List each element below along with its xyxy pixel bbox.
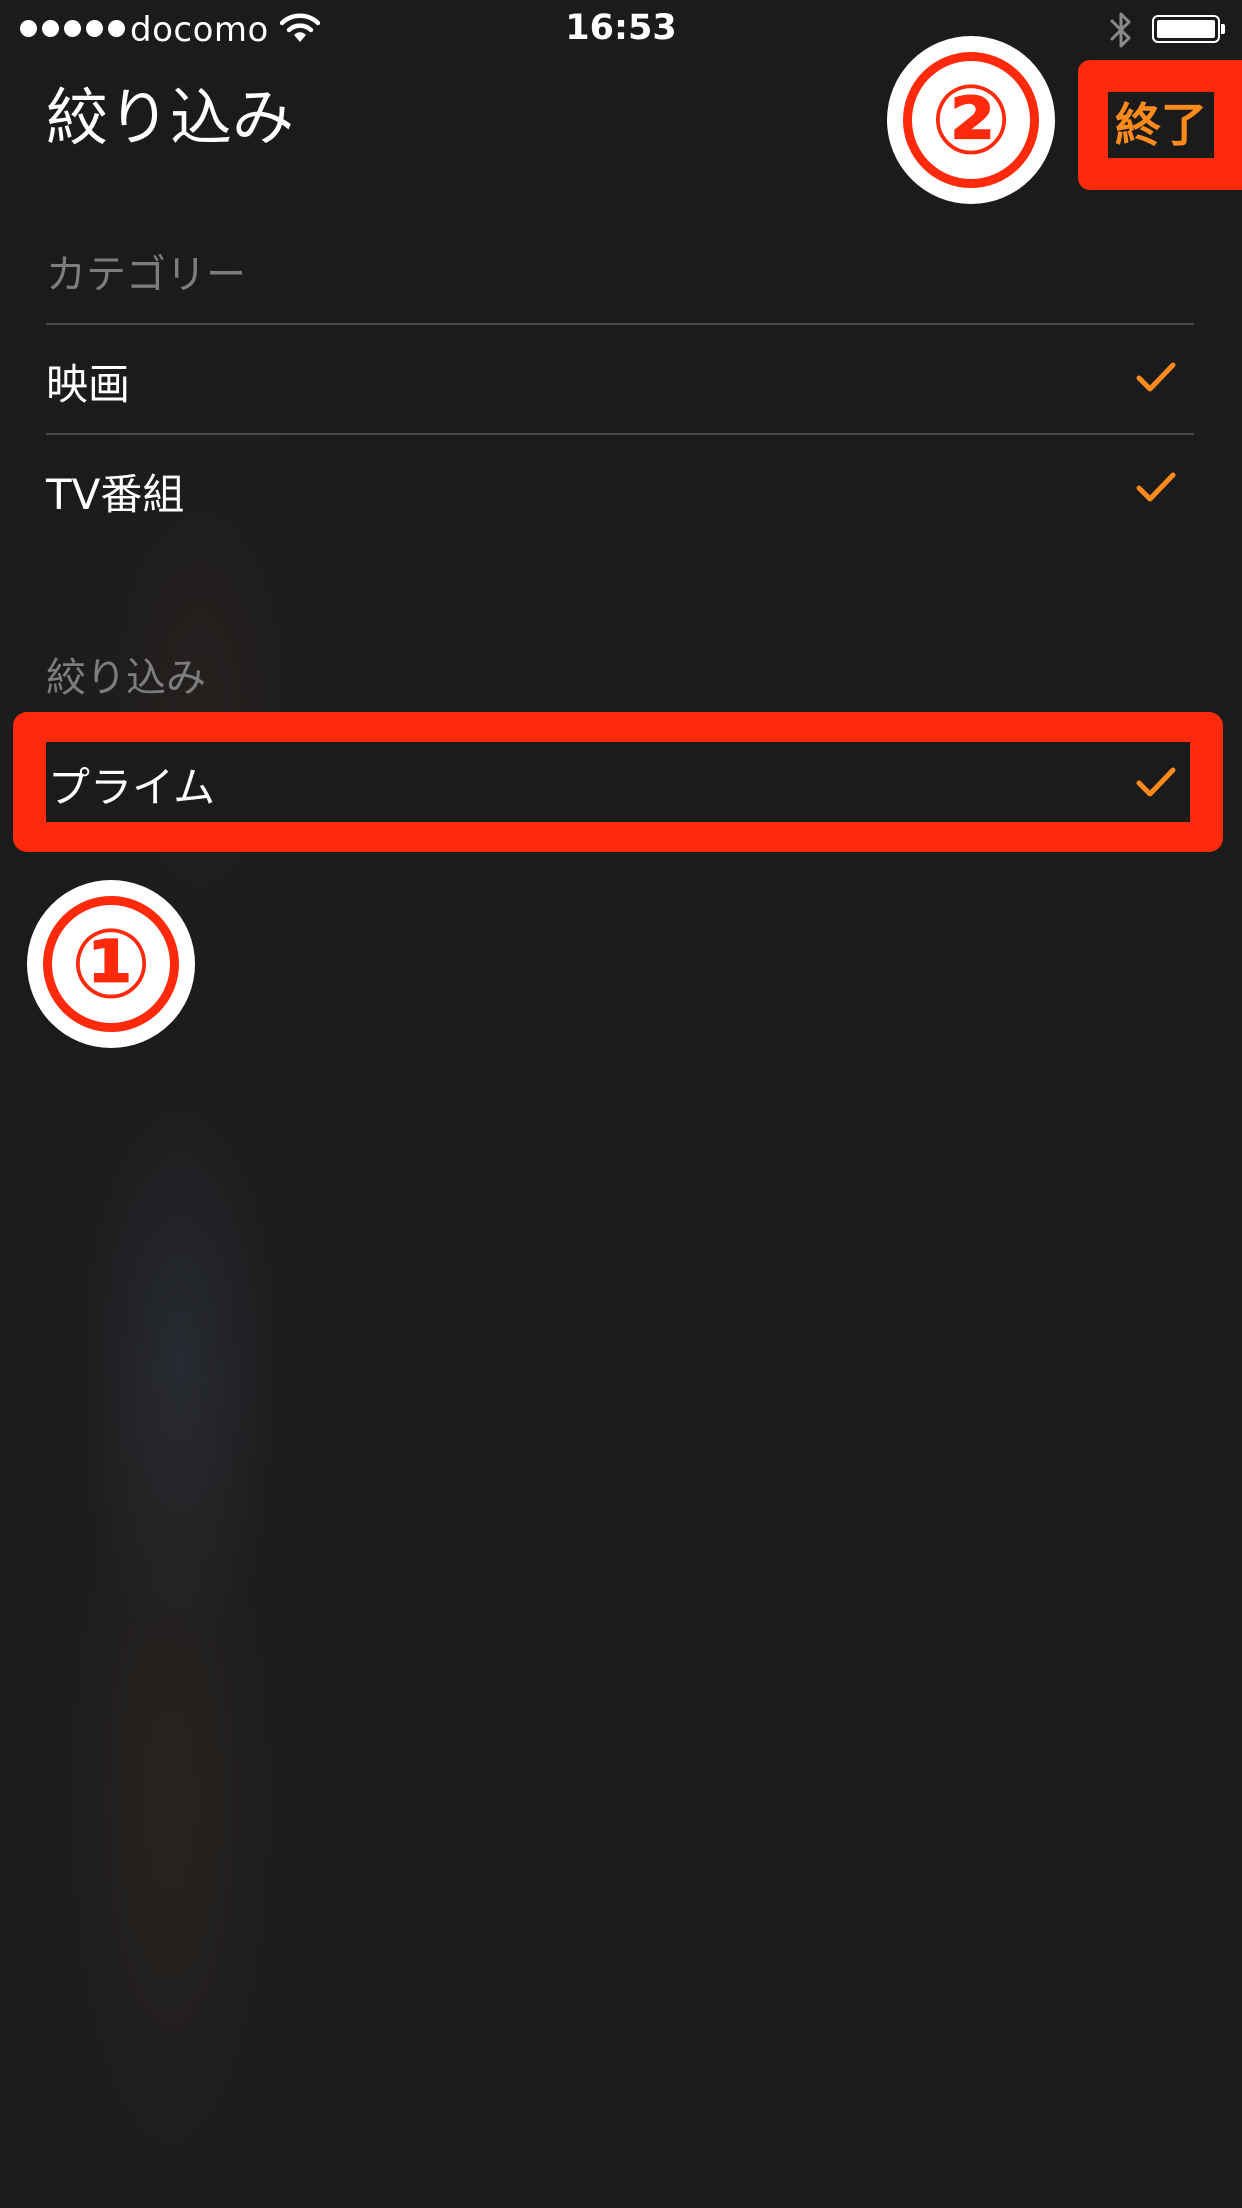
section-header-category: カテゴリー xyxy=(46,252,246,298)
list-item-label: 映画 xyxy=(46,360,131,409)
status-time: 16:53 xyxy=(565,8,677,48)
annotation-step-1-label: ① xyxy=(43,896,179,1032)
page-title: 絞り込み xyxy=(46,81,295,154)
list-item-tv-shows[interactable]: TV番組 xyxy=(46,435,1194,543)
list-item-label: TV番組 xyxy=(46,470,185,519)
checkmark-icon xyxy=(1136,472,1176,502)
battery-tip xyxy=(1221,24,1225,34)
battery-icon xyxy=(1152,15,1225,43)
bluetooth-icon xyxy=(1110,12,1131,48)
annotation-step-2-label: ② xyxy=(903,52,1039,188)
list-item-movies[interactable]: 映画 xyxy=(46,325,1194,433)
annotation-step-1: ① xyxy=(27,880,195,1048)
filter-screen: docomo 16:53 絞り込み 終了 ② カテゴリー 映画 TV番組 絞り込… xyxy=(0,0,1242,2208)
list-item-prime[interactable]: プライム xyxy=(46,742,1190,822)
done-button[interactable]: 終了 xyxy=(1108,92,1214,158)
list-item-label: プライム xyxy=(48,763,216,812)
section-header-filter: 絞り込み xyxy=(46,655,206,701)
status-bar: docomo 16:53 xyxy=(0,0,1242,60)
annotation-step-2: ② xyxy=(887,36,1055,204)
checkmark-icon xyxy=(1136,767,1176,797)
battery-fill xyxy=(1157,20,1215,38)
checkmark-icon xyxy=(1136,362,1176,392)
